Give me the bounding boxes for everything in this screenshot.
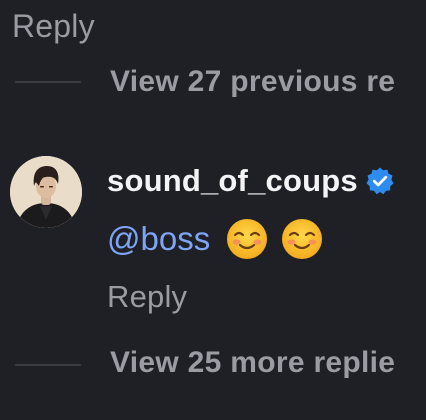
- avatar[interactable]: [10, 156, 82, 228]
- username[interactable]: sound_of_coups: [107, 163, 358, 199]
- smiling-face-icon: [225, 217, 269, 261]
- thread-line: [15, 81, 81, 83]
- view-previous-replies-link[interactable]: View 27 previous re: [110, 65, 395, 99]
- view-more-replies-link[interactable]: View 25 more replie: [110, 346, 395, 380]
- thread-line: [15, 364, 81, 366]
- mention-link[interactable]: @boss: [107, 220, 210, 258]
- verified-badge-icon: [365, 166, 395, 196]
- comment-header: sound_of_coups: [107, 163, 395, 199]
- reply-button[interactable]: Reply: [107, 279, 187, 315]
- smiling-face-icon: [280, 217, 324, 261]
- comment-body: @boss: [107, 217, 324, 261]
- avatar-image: [10, 156, 82, 228]
- reply-button-previous-comment[interactable]: Reply: [12, 8, 95, 45]
